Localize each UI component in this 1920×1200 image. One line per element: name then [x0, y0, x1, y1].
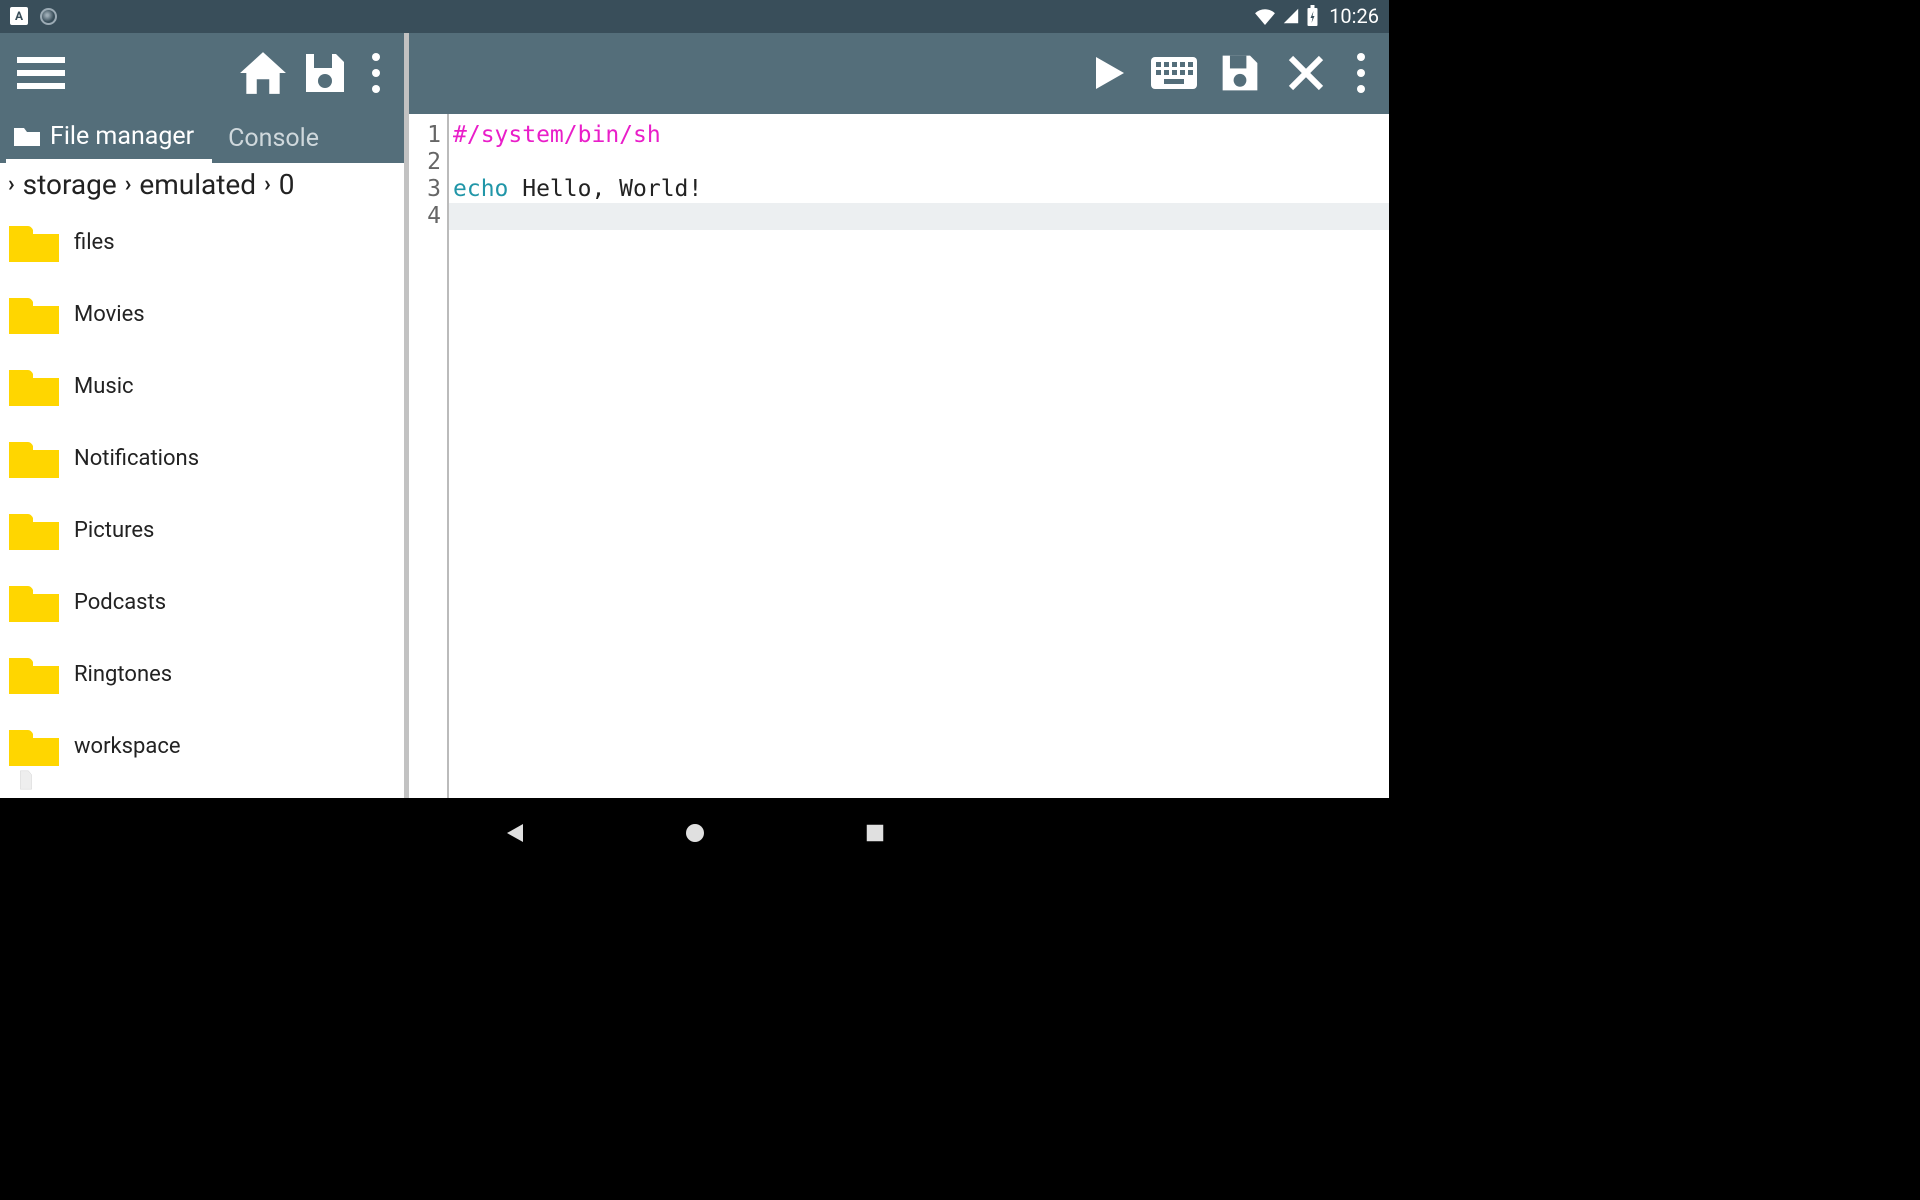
folder-item[interactable]: Pictures	[0, 495, 404, 567]
folder-icon	[6, 364, 62, 410]
folder-name: Movies	[74, 302, 145, 327]
left-tabs: File manager Console	[0, 114, 404, 163]
code-line[interactable]: echo Hello, World!	[449, 176, 1389, 203]
breadcrumb-segment[interactable]: storage	[23, 168, 117, 201]
run-button[interactable]	[1077, 42, 1139, 104]
cell-signal-icon	[1282, 7, 1300, 25]
chevron-right-icon: ›	[8, 172, 15, 197]
folder-item[interactable]: Movies	[0, 279, 404, 351]
code-line[interactable]: #/system/bin/sh	[449, 122, 1389, 149]
tab-label: File manager	[50, 122, 194, 151]
line-number-gutter: 1234	[409, 114, 449, 799]
save-icon	[1219, 52, 1261, 94]
chevron-right-icon: ›	[264, 172, 271, 197]
close-icon	[1287, 54, 1325, 92]
save-button[interactable]	[294, 42, 356, 104]
more-options-button[interactable]	[356, 42, 396, 104]
folder-item[interactable]: Music	[0, 351, 404, 423]
keyboard-icon	[1150, 56, 1198, 90]
square-overview-icon	[864, 822, 886, 844]
folder-icon	[6, 508, 62, 554]
folder-name: files	[74, 230, 115, 255]
folder-icon	[6, 580, 62, 626]
menu-button[interactable]	[10, 42, 72, 104]
folder-name: Music	[74, 374, 134, 399]
folder-name: workspace	[74, 734, 181, 759]
folder-name: Notifications	[74, 446, 199, 471]
breadcrumb-segment[interactable]: emulated	[139, 168, 256, 201]
keyboard-button[interactable]	[1143, 42, 1205, 104]
clock: 10:26	[1329, 4, 1379, 28]
folder-icon	[6, 220, 62, 266]
android-navbar	[0, 798, 1389, 868]
file-manager-toolbar	[0, 33, 404, 114]
more-icon	[372, 53, 380, 61]
circle-home-icon	[683, 821, 707, 845]
more-options-button[interactable]	[1341, 42, 1381, 104]
app-status-icon	[40, 8, 57, 25]
folder-icon	[6, 436, 62, 482]
editor-panel: 1234 #/system/bin/sh echo Hello, World!	[409, 33, 1389, 799]
close-button[interactable]	[1275, 42, 1337, 104]
code-line[interactable]	[449, 203, 1389, 230]
folder-list[interactable]: files Movies Music Notifications Pictures Pod…	[0, 207, 404, 799]
code-editor[interactable]: 1234 #/system/bin/sh echo Hello, World!	[409, 114, 1389, 799]
battery-charging-icon	[1306, 5, 1319, 27]
save-icon	[302, 50, 348, 96]
file-manager-panel: File manager Console › storage › emulate…	[0, 33, 409, 799]
file-item[interactable]	[0, 783, 404, 799]
folder-name: Pictures	[74, 518, 154, 543]
home-icon	[238, 50, 288, 96]
triangle-back-icon	[503, 821, 527, 845]
play-icon	[1088, 53, 1128, 93]
hamburger-icon	[17, 53, 65, 93]
tab-file-manager[interactable]: File manager	[6, 114, 212, 163]
folder-item[interactable]: Ringtones	[0, 639, 404, 711]
tab-label: Console	[228, 124, 319, 153]
home-button[interactable]	[232, 42, 294, 104]
folder-item[interactable]: Podcasts	[0, 567, 404, 639]
folder-icon	[6, 292, 62, 338]
tab-console[interactable]: Console	[222, 114, 337, 163]
folder-item[interactable]: files	[0, 207, 404, 279]
code-line[interactable]	[449, 149, 1389, 176]
input-mode-indicator: A	[10, 7, 28, 25]
code-area[interactable]: #/system/bin/sh echo Hello, World!	[449, 114, 1389, 799]
folder-icon	[12, 124, 42, 148]
home-button[interactable]	[680, 818, 710, 848]
folder-icon	[6, 652, 62, 698]
folder-item[interactable]: Notifications	[0, 423, 404, 495]
folder-name: Podcasts	[74, 590, 166, 615]
more-icon	[1357, 53, 1365, 61]
android-statusbar: A 10:26	[0, 0, 1389, 33]
folder-name: Ringtones	[74, 662, 172, 687]
file-icon	[6, 770, 62, 799]
back-button[interactable]	[500, 818, 530, 848]
editor-toolbar	[409, 33, 1389, 114]
folder-icon	[6, 724, 62, 770]
chevron-right-icon: ›	[125, 172, 132, 197]
overview-button[interactable]	[860, 818, 890, 848]
breadcrumb-segment[interactable]: 0	[279, 168, 295, 201]
breadcrumb[interactable]: › storage › emulated › 0	[0, 163, 404, 207]
save-button[interactable]	[1209, 42, 1271, 104]
wifi-icon	[1254, 7, 1276, 25]
